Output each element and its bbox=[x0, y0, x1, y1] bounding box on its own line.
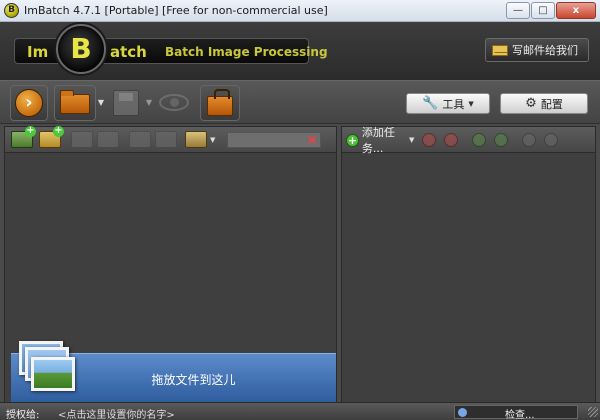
add-folder-icon[interactable] bbox=[39, 126, 64, 148]
tools-menu-button[interactable]: 🔧 工具 ▼ bbox=[406, 93, 490, 114]
settings-button[interactable]: ⚙ 配置 bbox=[500, 93, 588, 114]
delete-all-tasks-icon[interactable] bbox=[444, 133, 458, 147]
maximize-button[interactable]: □ bbox=[531, 2, 555, 19]
open-dropdown-arrow[interactable]: ▼ bbox=[96, 85, 106, 121]
move-down-icon[interactable] bbox=[155, 131, 177, 148]
clear-filter-icon[interactable]: ✖ bbox=[307, 133, 317, 147]
tools-label: 工具 bbox=[442, 97, 465, 111]
floppy-disk-icon bbox=[113, 90, 139, 116]
eye-icon bbox=[159, 94, 189, 111]
folder-icon bbox=[60, 90, 90, 114]
chevron-down-icon: ▼ bbox=[468, 99, 474, 108]
delete-task-icon[interactable] bbox=[422, 133, 436, 147]
minimize-button[interactable]: — bbox=[506, 2, 530, 19]
logo-b-badge: B bbox=[56, 24, 106, 74]
run-icon: › bbox=[15, 89, 43, 117]
open-project-button[interactable] bbox=[54, 85, 96, 121]
run-button[interactable]: › bbox=[10, 85, 48, 121]
shopping-bag-button[interactable] bbox=[200, 85, 240, 121]
remove-all-icon[interactable] bbox=[97, 131, 119, 148]
add-task-button[interactable]: + 添加任务... bbox=[346, 126, 416, 155]
plus-circle-icon: + bbox=[346, 133, 359, 147]
logo-im-text: Im bbox=[27, 43, 49, 61]
view-mode-icon[interactable] bbox=[185, 131, 207, 148]
app-header: Im atch Batch Image Processing B 写邮件给我们 bbox=[0, 22, 600, 80]
remove-image-icon[interactable] bbox=[71, 131, 93, 148]
title-bar: B ImBatch 4.7.1 [Portable] [Free for non… bbox=[0, 0, 600, 22]
copy-task-icon[interactable] bbox=[522, 133, 536, 147]
envelope-icon bbox=[492, 44, 508, 56]
preview-button[interactable] bbox=[156, 85, 192, 121]
move-task-up-icon[interactable] bbox=[472, 133, 486, 147]
main-toolbar: › ▼ ▼ 🔧 工具 ▼ ⚙ 配置 bbox=[0, 80, 600, 124]
status-bar: 授权给: <点击这里设置你的名字> 检查... bbox=[0, 402, 600, 420]
task-list-panel: + 添加任务... ▼ bbox=[341, 126, 596, 406]
logo-atch-text: atch bbox=[110, 43, 147, 61]
task-list-toolbar: + 添加任务... ▼ bbox=[342, 126, 595, 155]
check-updates-label: 检查... bbox=[505, 410, 535, 420]
move-up-icon[interactable] bbox=[129, 131, 151, 148]
gear-icon: ⚙ bbox=[525, 96, 537, 111]
close-button[interactable]: x bbox=[556, 2, 596, 19]
filter-input[interactable]: ✖ bbox=[227, 132, 321, 148]
photo-stack-front bbox=[31, 357, 75, 391]
resize-grip-icon[interactable] bbox=[588, 407, 598, 417]
add-images-icon[interactable] bbox=[11, 126, 36, 148]
shopping-bag-icon bbox=[207, 89, 233, 116]
info-icon bbox=[458, 408, 467, 417]
logo-subtitle: Batch Image Processing bbox=[165, 45, 328, 59]
check-updates-box[interactable]: 检查... bbox=[454, 405, 578, 420]
email-us-label: 写邮件给我们 bbox=[512, 44, 578, 57]
photos-icon bbox=[15, 339, 79, 401]
paste-task-icon[interactable] bbox=[544, 133, 558, 147]
image-list-panel: ▼ ✖ 拖放文件到这儿 bbox=[4, 126, 337, 406]
move-task-down-icon[interactable] bbox=[494, 133, 508, 147]
save-project-button[interactable] bbox=[108, 85, 144, 121]
app-window: Im atch Batch Image Processing B 写邮件给我们 … bbox=[0, 22, 600, 420]
save-dropdown-arrow[interactable]: ▼ bbox=[144, 85, 154, 121]
window-controls: — □ x bbox=[506, 2, 596, 19]
license-label: 授权给: bbox=[6, 410, 40, 420]
email-us-button[interactable]: 写邮件给我们 bbox=[485, 38, 589, 62]
app-icon: B bbox=[4, 3, 19, 18]
image-list-toolbar: ▼ ✖ bbox=[5, 126, 336, 153]
window-title: ImBatch 4.7.1 [Portable] [Free for non-c… bbox=[24, 4, 328, 17]
wrench-icon: 🔧 bbox=[422, 96, 439, 111]
license-name-link[interactable]: <点击这里设置你的名字> bbox=[58, 406, 175, 420]
add-task-dropdown-arrow[interactable]: ▼ bbox=[409, 136, 414, 144]
view-mode-dropdown-arrow[interactable]: ▼ bbox=[210, 136, 215, 144]
settings-label: 配置 bbox=[540, 97, 563, 111]
add-task-label: 添加任务... bbox=[361, 126, 395, 155]
